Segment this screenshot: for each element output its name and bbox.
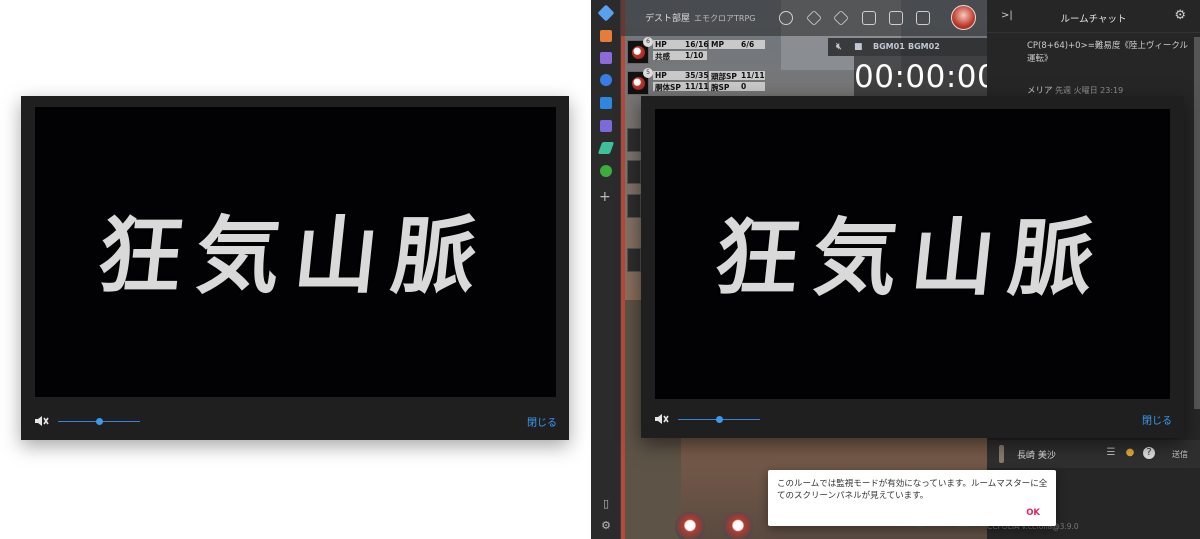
chat-input-bar: 長崎 美沙 ☰ ● ? 送信: [987, 440, 1200, 468]
send-button[interactable]: 送信: [1172, 449, 1188, 460]
room-name: デスト部屋 エモクロアTRPG: [645, 11, 755, 24]
gear-icon[interactable]: ⚙: [1174, 8, 1186, 23]
chat-title: ルームチャット: [1060, 14, 1127, 25]
stat-label: 腕SP: [711, 83, 730, 92]
sidebar: + ▯ ⚙: [591, 0, 621, 539]
close-button[interactable]: 閉じる: [1142, 412, 1172, 427]
notice-dialog: このルームでは監視モードが有効になっています。ルームマスターに全てのスクリーンパ…: [768, 470, 1056, 526]
video-frame[interactable]: 狂気山脈: [655, 109, 1170, 399]
clapper-icon[interactable]: [916, 11, 930, 25]
character-thumbnail[interactable]: [627, 194, 641, 218]
character-thumbnail[interactable]: [627, 248, 641, 272]
bgm-controls: 🔇︎ ■ BGM01 BGM02: [828, 38, 988, 56]
help-icon[interactable]: ?: [1143, 447, 1155, 459]
character-level-badge: 5: [643, 68, 653, 78]
volume-slider[interactable]: [678, 416, 760, 423]
character-level-badge: 6: [643, 37, 653, 47]
volume-slider-knob[interactable]: [716, 416, 723, 423]
tree-icon[interactable]: [600, 165, 612, 177]
character-face: [632, 77, 645, 90]
outlook-icon[interactable]: [600, 97, 612, 109]
stat-value: 1/10: [685, 51, 704, 60]
character-status-card[interactable]: 5 HP 35/35 頭部SP 11/11 胴体SP 11/11 腕SP 0: [627, 68, 767, 97]
mute-icon[interactable]: [33, 413, 49, 429]
character-avatar[interactable]: [723, 512, 753, 539]
chat-author-name: メリア: [1027, 86, 1053, 96]
send-icon[interactable]: [597, 142, 615, 154]
character-figure-icon[interactable]: [999, 445, 1004, 463]
add-panel-icon[interactable]: [862, 11, 876, 25]
character-status-card[interactable]: 6 HP 16/16 MP 6/6 共感 1/10: [627, 37, 767, 66]
player-controls: 閉じる: [641, 400, 1184, 438]
palette-icon[interactable]: ●: [1124, 447, 1136, 459]
screenshot-root: 狂気山脈 閉じる + ▯ ⚙ デスト部屋 エモクロアTRPG 🔇︎ ■ BGM0…: [0, 0, 1200, 539]
mute-icon[interactable]: [653, 411, 669, 427]
volume-slider-knob[interactable]: [96, 418, 103, 425]
status-row: HP 16/16 MP 6/6: [653, 40, 765, 50]
stat-label: MP: [711, 40, 724, 49]
title-art-text: 狂気山脈: [93, 206, 497, 305]
chat-character-name[interactable]: 長崎 美沙: [1017, 448, 1056, 461]
volume-slider[interactable]: [58, 418, 140, 425]
stat-label: HP: [655, 71, 667, 80]
chat-scrollbar[interactable]: [1194, 37, 1200, 409]
close-button[interactable]: 閉じる: [527, 414, 557, 429]
mute-icon[interactable]: 🔇︎: [836, 42, 842, 52]
plus-icon[interactable]: +: [599, 189, 611, 205]
chat-header: >| ルームチャット ⚙: [987, 0, 1200, 33]
dialog-message: このルームでは監視モードが有効になっています。ルームマスターに全てのスクリーンパ…: [777, 479, 1048, 501]
title-art-text: 狂気山脈: [710, 208, 1114, 307]
stat-value: 11/11: [685, 82, 709, 91]
video-player-standalone: 狂気山脈 閉じる: [21, 96, 569, 440]
layer-icon[interactable]: [806, 10, 822, 26]
bgm-button-2[interactable]: BGM02: [908, 42, 940, 51]
sheet-icon[interactable]: ☰: [1105, 447, 1117, 459]
video-title-art: 狂気山脈: [655, 191, 1170, 312]
stat-value: 6/6: [741, 40, 755, 49]
tag-icon[interactable]: [597, 4, 615, 22]
layers-icon[interactable]: [600, 74, 612, 86]
timer-display: 00:00:00: [854, 56, 997, 98]
toolbox-icon[interactable]: [600, 30, 612, 42]
stat-value: 16/16: [685, 40, 709, 49]
stat-label: HP: [655, 40, 667, 49]
panel-icon[interactable]: ▯: [600, 498, 612, 510]
stat-value: 11/11: [741, 71, 765, 80]
room-subtitle: エモクロアTRPG: [694, 14, 756, 23]
video-player-in-room: 狂気山脈 閉じる: [641, 96, 1184, 438]
dice-icon[interactable]: [779, 11, 793, 25]
stop-icon[interactable]: ■: [854, 42, 863, 52]
status-row: 胴体SP 11/11 腕SP 0: [653, 82, 765, 92]
room-topbar: デスト部屋 エモクロアTRPG: [621, 0, 987, 36]
user-icon[interactable]: [600, 52, 612, 64]
stat-label: 頭部SP: [711, 72, 737, 81]
chat-message: CP(8+64)+0>=難易度《陸上ヴィークル運転》: [1027, 41, 1189, 64]
character-face: [632, 46, 645, 59]
stat-label: 共感: [655, 52, 670, 61]
status-row: 共感 1/10: [653, 51, 765, 61]
gear-icon[interactable]: ⚙: [600, 520, 612, 532]
status-row: HP 35/35 頭部SP 11/11: [653, 71, 765, 81]
character-thumbnail[interactable]: [627, 160, 641, 184]
stat-value: 35/35: [685, 71, 709, 80]
character-avatar[interactable]: [675, 512, 705, 539]
stat-label: 胴体SP: [655, 83, 681, 92]
screen-icon[interactable]: [889, 11, 903, 25]
player-controls: 閉じる: [21, 402, 569, 440]
bgm-button-1[interactable]: BGM01: [873, 42, 905, 51]
character-thumbnail[interactable]: [627, 128, 641, 152]
user-avatar[interactable]: [951, 5, 976, 30]
chat-timestamp: 先週 火曜日 23:19: [1055, 86, 1124, 95]
stat-value: 0: [741, 82, 747, 91]
chat-author: メリア 先週 火曜日 23:19: [1027, 84, 1123, 96]
layer-outline-icon[interactable]: [833, 10, 849, 26]
video-frame[interactable]: 狂気山脈: [35, 107, 556, 397]
edit-icon[interactable]: [600, 120, 612, 132]
video-title-art: 狂気山脈: [35, 189, 556, 310]
ok-button[interactable]: OK: [1026, 508, 1040, 518]
room-name-text: デスト部屋: [645, 14, 691, 24]
